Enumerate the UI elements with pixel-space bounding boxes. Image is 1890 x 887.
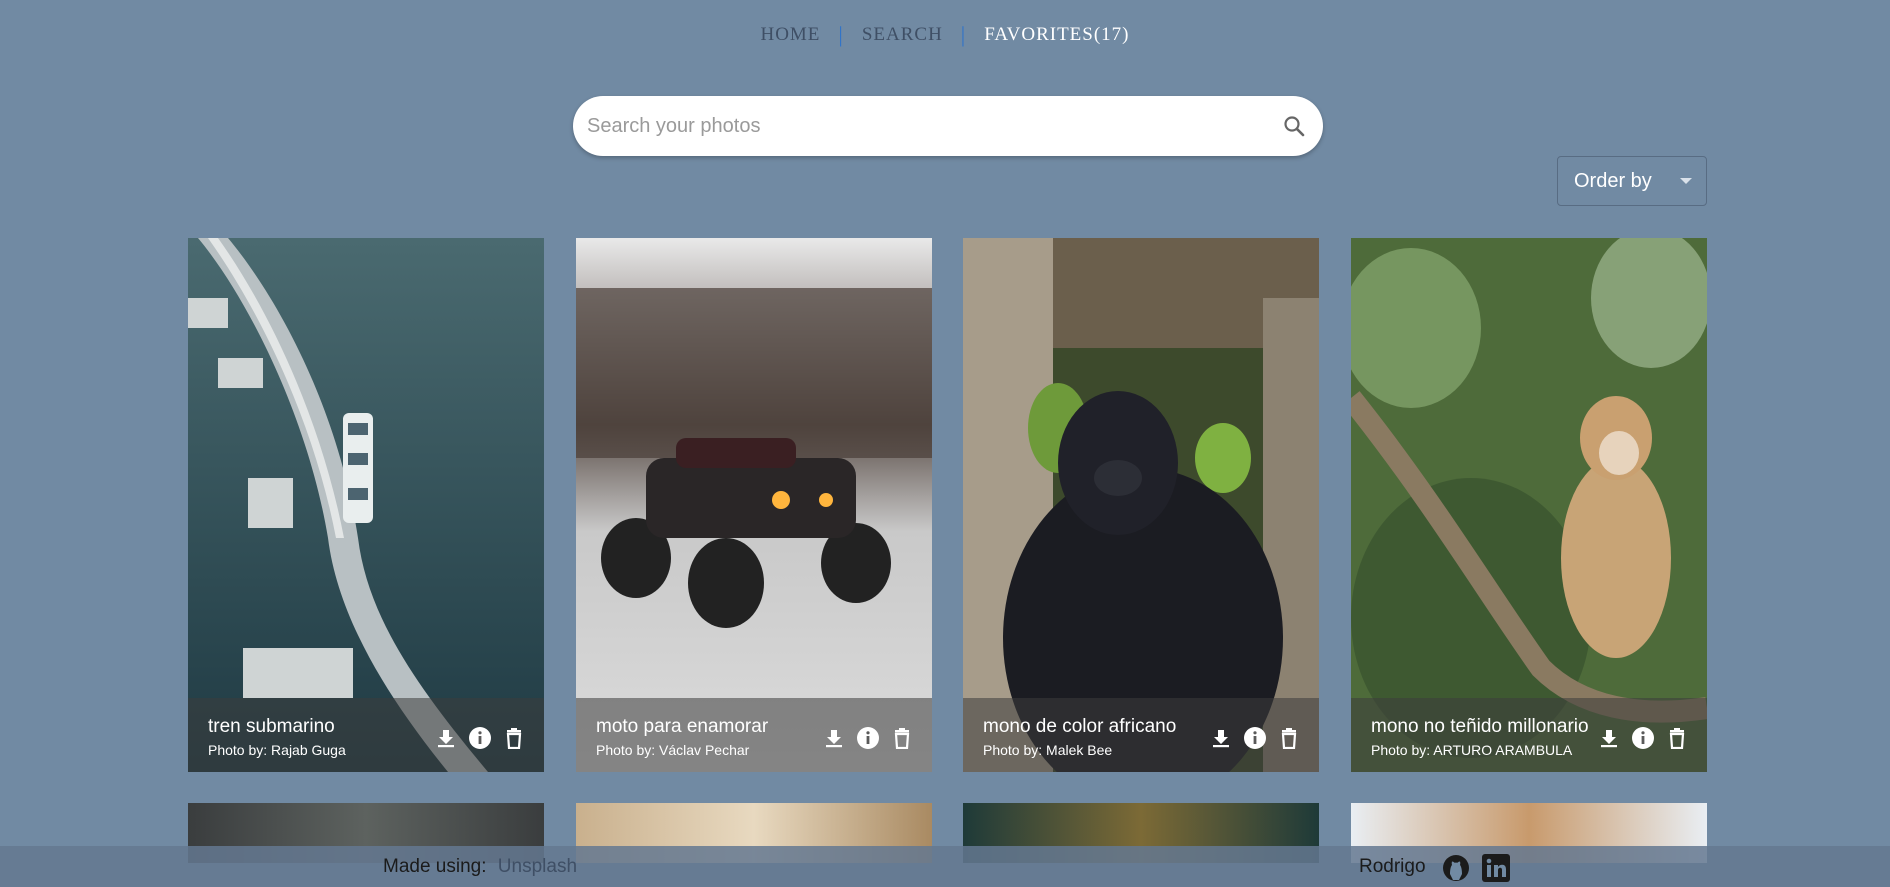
card-title: mono no teñido millonario — [1371, 716, 1589, 737]
info-icon[interactable] — [468, 726, 492, 750]
nav-separator: | — [960, 22, 967, 47]
nav-search-link[interactable]: SEARCH — [862, 24, 943, 46]
card-author: Photo by: Malek Bee — [983, 742, 1113, 758]
delete-icon[interactable] — [1665, 726, 1689, 750]
card-actions — [1209, 726, 1301, 750]
photo-image — [188, 238, 544, 772]
card-author: Photo by: ARTURO ARAMBULA — [1371, 742, 1573, 758]
nav-favorites-link[interactable]: FAVORITES(17) — [984, 24, 1129, 46]
card-actions — [822, 726, 914, 750]
chevron-down-icon — [1680, 178, 1692, 184]
footer-owner: Rodrigo — [1359, 856, 1426, 877]
unsplash-link[interactable]: Unsplash — [498, 856, 577, 877]
card-actions — [1597, 726, 1689, 750]
download-icon[interactable] — [434, 726, 458, 750]
info-icon[interactable] — [1631, 726, 1655, 750]
card-author: Photo by: Rajab Guga — [208, 742, 346, 758]
footer-made-using: Made using: Unsplash — [383, 856, 577, 878]
delete-icon[interactable] — [502, 726, 526, 750]
card-title: mono de color africano — [983, 716, 1177, 737]
search-bar — [573, 96, 1323, 156]
card-title: tren submarino — [208, 716, 335, 737]
card-title: moto para enamorar — [596, 716, 769, 737]
nav-separator: | — [838, 22, 844, 47]
footer: Made using: Unsplash Rodrigo — [0, 846, 1890, 887]
download-icon[interactable] — [822, 726, 846, 750]
photo-card[interactable]: mono de color africano Photo by: Malek B… — [963, 238, 1319, 772]
github-icon[interactable] — [1442, 854, 1470, 882]
download-icon[interactable] — [1209, 726, 1233, 750]
photo-card[interactable]: mono no teñido millonario Photo by: ARTU… — [1351, 238, 1707, 772]
photo-card[interactable]: tren submarino Photo by: Rajab Guga — [188, 238, 544, 772]
card-author: Photo by: Václav Pechar — [596, 742, 750, 758]
delete-icon[interactable] — [1277, 726, 1301, 750]
linkedin-icon[interactable] — [1482, 854, 1510, 882]
order-by-select[interactable]: Order by — [1557, 156, 1707, 206]
nav-home-link[interactable]: HOME — [760, 24, 820, 46]
info-icon[interactable] — [1243, 726, 1267, 750]
made-using-label: Made using: — [383, 856, 487, 877]
download-icon[interactable] — [1597, 726, 1621, 750]
photo-image — [576, 238, 932, 772]
search-input[interactable] — [587, 114, 1279, 138]
top-nav: HOME | SEARCH | FAVORITES(17) — [0, 24, 1890, 46]
card-actions — [434, 726, 526, 750]
photo-image — [963, 238, 1319, 772]
photo-image — [1351, 238, 1707, 772]
order-by-label: Order by — [1574, 169, 1652, 192]
search-icon[interactable] — [1279, 111, 1309, 141]
photo-card[interactable]: moto para enamorar Photo by: Václav Pech… — [576, 238, 932, 772]
info-icon[interactable] — [856, 726, 880, 750]
delete-icon[interactable] — [890, 726, 914, 750]
